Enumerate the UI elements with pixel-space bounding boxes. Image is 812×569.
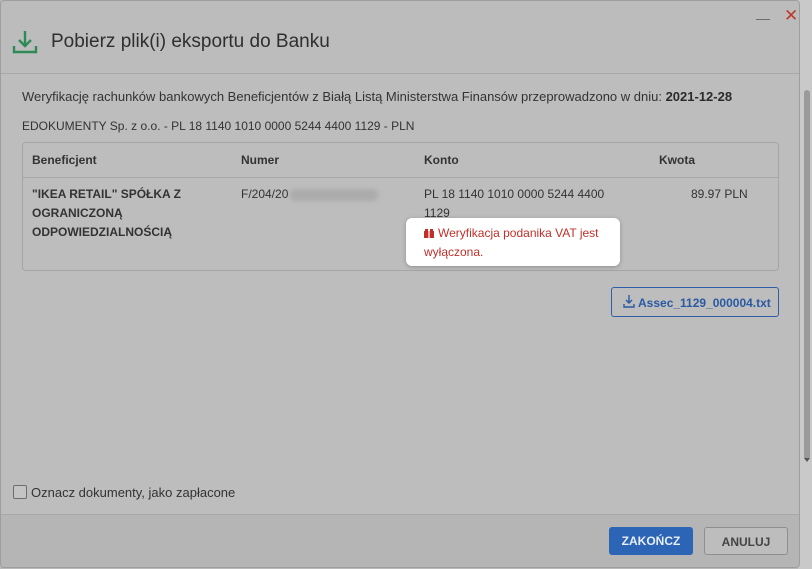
mark-paid-checkbox[interactable] xyxy=(13,485,27,499)
column-header-amount: Kwota xyxy=(659,153,695,167)
vat-warning-line: wyłączona. xyxy=(424,245,484,259)
redacted-number xyxy=(290,188,379,201)
dialog-footer: ZAKOŃCZ ANULUJ xyxy=(1,514,799,567)
table-header: Beneficjent Numer Konto Kwota xyxy=(23,143,778,178)
download-file-label: Assec_1129_000004.txt xyxy=(638,296,771,310)
beneficiary-cell: "IKEA RETAIL" SPÓŁKA Z OGRANICZONĄ ODPOW… xyxy=(32,185,181,242)
dialog-content: Weryfikację rachunków bankowych Beneficj… xyxy=(1,74,799,514)
background-scrollbar[interactable] xyxy=(804,90,810,460)
column-header-beneficiary: Beneficjent xyxy=(32,153,97,167)
vat-warning-popup: Weryfikacja podanika VAT jest wyłączona. xyxy=(406,218,620,266)
verification-date: 2021-12-28 xyxy=(665,89,733,104)
minimize-button[interactable]: — xyxy=(756,10,770,26)
download-file-button[interactable]: Assec_1129_000004.txt xyxy=(611,287,779,317)
document-number: F/204/20 xyxy=(241,187,289,201)
download-icon xyxy=(623,295,635,308)
dialog-header: Pobierz plik(i) eksportu do Banku — ✕ xyxy=(1,1,799,74)
number-cell: F/204/20 xyxy=(241,185,379,204)
dialog-title: Pobierz plik(i) eksportu do Banku xyxy=(51,31,330,52)
export-dialog: Pobierz plik(i) eksportu do Banku — ✕ We… xyxy=(0,0,800,568)
vat-warning-text: Weryfikacja podanika VAT jest wyłączona. xyxy=(424,224,614,262)
close-button[interactable]: ✕ xyxy=(784,6,798,26)
verification-info: Weryfikację rachunków bankowych Beneficj… xyxy=(22,89,732,104)
transfers-table: Beneficjent Numer Konto Kwota "IKEA RETA… xyxy=(22,142,779,271)
beneficiary-line: ODPOWIEDZIALNOŚCIĄ xyxy=(32,225,172,239)
verification-text: Weryfikację rachunków bankowych Beneficj… xyxy=(22,89,662,104)
vat-warning-line: Weryfikacja podanika VAT jest xyxy=(438,226,599,240)
cancel-button[interactable]: ANULUJ xyxy=(704,527,788,555)
finish-button[interactable]: ZAKOŃCZ xyxy=(609,527,693,555)
mark-paid-label[interactable]: Oznacz dokumenty, jako zapłacone xyxy=(31,485,235,500)
account-line: PL 18 1140 1010 0000 5244 4400 xyxy=(424,187,605,201)
beneficiary-line: OGRANICZONĄ xyxy=(32,206,123,220)
download-icon xyxy=(12,31,38,54)
column-header-number: Numer xyxy=(241,153,280,167)
beneficiary-line: "IKEA RETAIL" SPÓŁKA Z xyxy=(32,187,181,201)
amount-cell: 89.97 PLN xyxy=(691,187,748,201)
company-account-line: EDOKUMENTY Sp. z o.o. - PL 18 1140 1010 … xyxy=(22,119,415,133)
scroll-down-arrow-icon[interactable] xyxy=(804,458,810,462)
column-header-account: Konto xyxy=(424,153,459,167)
